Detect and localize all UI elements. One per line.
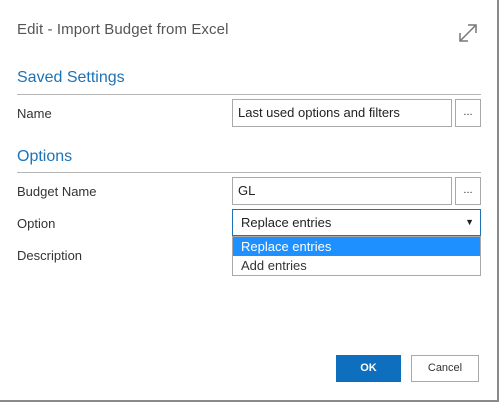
option-select-value: Replace entries	[241, 215, 332, 230]
budget-name-lookup-button[interactable]: ...	[455, 177, 481, 205]
ok-button[interactable]: OK	[336, 355, 401, 382]
options-divider	[17, 172, 481, 173]
dialog-title: Edit - Import Budget from Excel	[17, 21, 229, 38]
import-budget-dialog: Edit - Import Budget from Excel Saved Se…	[0, 0, 499, 402]
option-item-add-entries[interactable]: Add entries	[233, 256, 480, 275]
description-label: Description	[17, 248, 83, 263]
name-field[interactable]: Last used options and filters	[232, 99, 452, 127]
name-label: Name	[17, 106, 52, 121]
options-heading[interactable]: Options	[17, 148, 72, 166]
name-lookup-button[interactable]: ...	[455, 99, 481, 127]
saved-settings-divider	[17, 94, 481, 95]
expand-icon[interactable]	[457, 22, 479, 44]
option-label: Option	[17, 216, 56, 231]
budget-name-label: Budget Name	[17, 184, 97, 199]
dropdown-arrow-icon: ▼	[465, 217, 474, 227]
budget-name-field[interactable]: GL	[232, 177, 452, 205]
option-select[interactable]: Replace entries ▼	[232, 209, 481, 236]
cancel-button[interactable]: Cancel	[411, 355, 479, 382]
option-dropdown-list: Replace entries Add entries	[232, 236, 481, 276]
saved-settings-heading[interactable]: Saved Settings	[17, 69, 125, 87]
option-item-replace-entries[interactable]: Replace entries	[233, 237, 480, 256]
